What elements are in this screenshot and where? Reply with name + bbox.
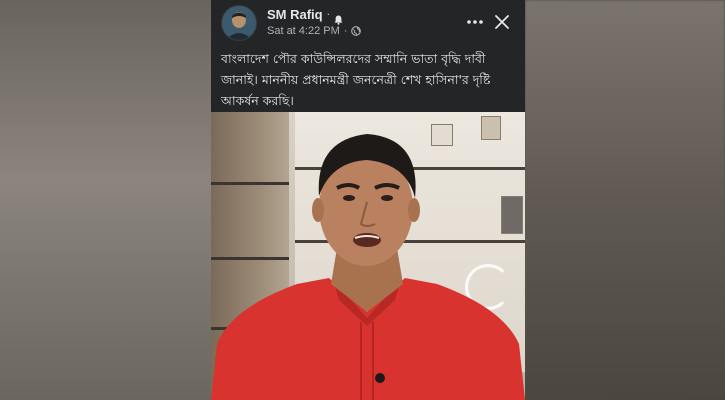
more-options-icon (467, 20, 483, 24)
more-options-button[interactable] (464, 12, 486, 32)
post-text: বাংলাদেশ পৌর কাউন্সিলরদের সম্মানি ভাতা ব… (221, 51, 491, 108)
post-header: SM Rafiq · Sat at 4:22 PM · (211, 0, 525, 46)
author-separator: · (326, 8, 331, 21)
post-timestamp[interactable]: Sat at 4:22 PM (267, 25, 340, 37)
speaker-person (211, 134, 525, 400)
close-icon (495, 15, 509, 29)
avatar-photo (222, 6, 256, 40)
meta-separator: · (343, 25, 348, 37)
globe-icon[interactable] (351, 26, 362, 36)
author-row: SM Rafiq · (267, 7, 343, 25)
close-button[interactable] (492, 12, 512, 32)
post-meta: Sat at 4:22 PM · (267, 25, 362, 37)
avatar[interactable] (221, 5, 257, 41)
blurred-background-left (0, 0, 211, 400)
post-video[interactable] (211, 112, 525, 400)
author-name[interactable]: SM Rafiq (267, 7, 323, 22)
facebook-post-card: SM Rafiq · Sat at 4:22 PM · বাংলাদেশ পৌর… (211, 0, 525, 400)
bell-icon[interactable] (334, 10, 343, 25)
blurred-background-right (525, 0, 725, 400)
